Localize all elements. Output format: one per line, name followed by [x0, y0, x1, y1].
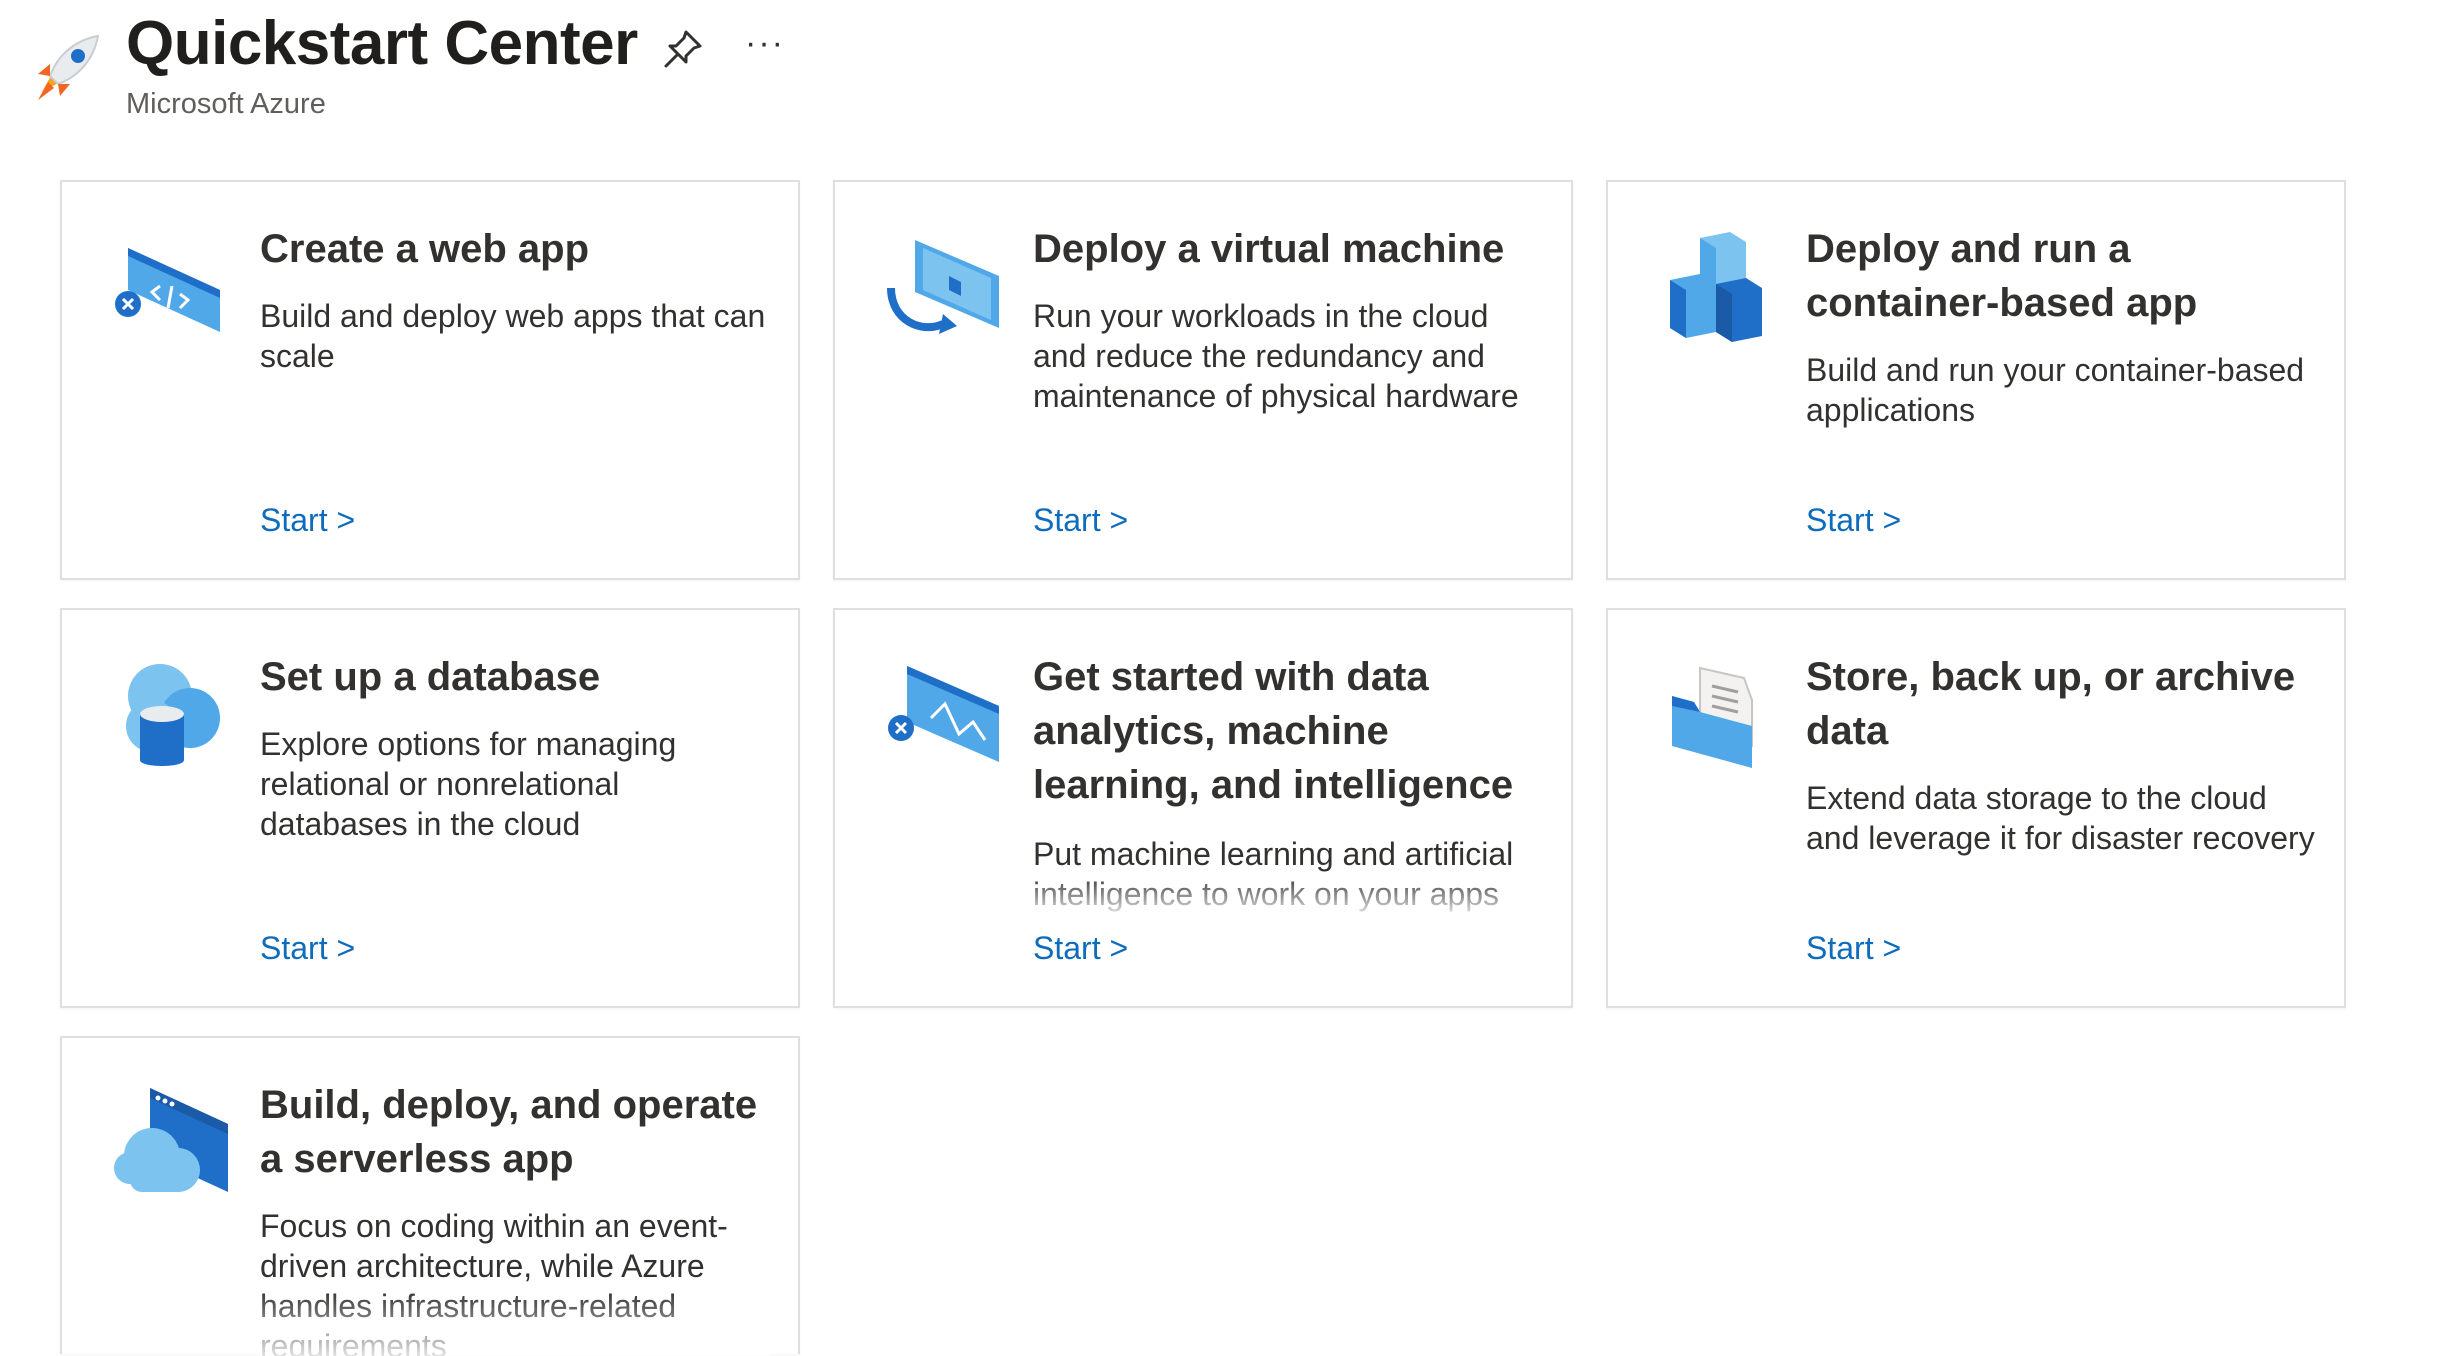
analytics-icon [888, 666, 999, 762]
card-title: Set up a database [260, 655, 601, 699]
start-link[interactable]: Start > [1033, 930, 1128, 967]
card-title: Deploy and run a container-based app [1806, 227, 2198, 325]
page-subtitle: Microsoft Azure [126, 88, 326, 120]
start-link[interactable]: Start > [1806, 502, 1901, 539]
page-header: Quickstart Center Microsoft Azure ··· [0, 0, 2464, 140]
text-fade-overlay [1806, 858, 2316, 898]
pin-icon[interactable] [660, 26, 706, 72]
card-title: Get started with data analytics, machine… [1033, 655, 1514, 807]
text-fade-overlay [260, 1290, 770, 1356]
web-app-icon [115, 248, 220, 332]
serverless-icon [114, 1088, 228, 1192]
page-title: Quickstart Center [126, 9, 638, 78]
card-serverless-app[interactable]: Build, deploy, and operate a serverless … [60, 1036, 800, 1356]
card-data-analytics[interactable]: Get started with data analytics, machine… [833, 608, 1573, 1008]
card-title: Deploy a virtual machine [1033, 227, 1505, 271]
start-link[interactable]: Start > [260, 930, 355, 967]
card-set-up-database[interactable]: Set up a database Explore options for ma… [60, 608, 800, 1008]
card-description: Explore options for managing relational … [260, 726, 677, 842]
text-fade-overlay [1033, 874, 1543, 914]
container-icon [1670, 232, 1762, 342]
card-description: Build and run your container-based appli… [1806, 352, 2305, 428]
card-deploy-container-app[interactable]: Deploy and run a container-based app Bui… [1606, 180, 2346, 580]
card-title: Build, deploy, and operate a serverless … [260, 1083, 758, 1181]
card-deploy-virtual-machine[interactable]: Deploy a virtual machine Run your worklo… [833, 180, 1573, 580]
card-description: Run your workloads in the cloud and redu… [1033, 298, 1519, 414]
card-create-web-app[interactable]: Create a web app Build and deploy web ap… [60, 180, 800, 580]
rocket-icon [38, 34, 100, 100]
storage-folder-icon [1672, 666, 1753, 768]
card-title: Create a web app [260, 227, 590, 271]
card-store-backup-archive[interactable]: Store, back up, or archive data Extend d… [1606, 608, 2346, 1008]
card-title: Store, back up, or archive data [1806, 655, 2296, 753]
virtual-machine-icon [887, 240, 999, 334]
card-description: Build and deploy web apps that can scale [260, 298, 766, 374]
database-icon [126, 664, 220, 766]
start-link[interactable]: Start > [260, 502, 355, 539]
more-options-button[interactable]: ··· [742, 26, 788, 72]
start-link[interactable]: Start > [1033, 502, 1128, 539]
start-link[interactable]: Start > [1806, 930, 1901, 967]
